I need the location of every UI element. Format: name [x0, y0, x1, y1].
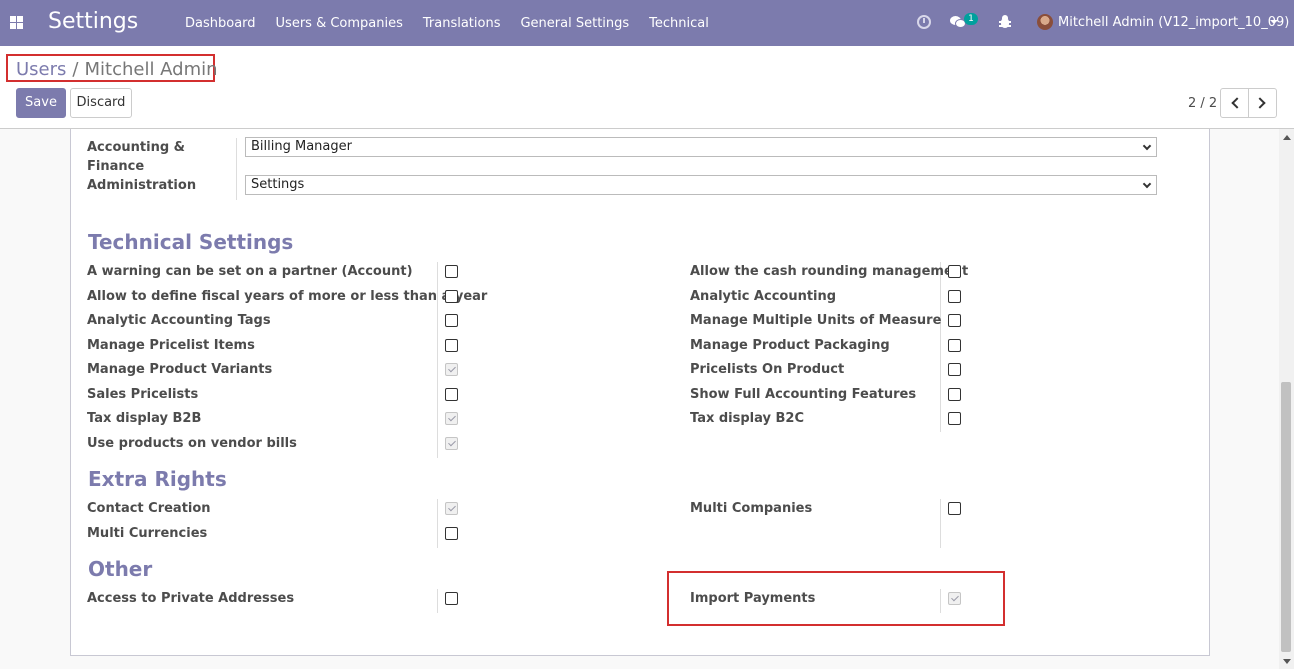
checkbox-manage-pricelist-items[interactable]	[445, 338, 458, 352]
administration-select-value: Settings	[251, 177, 305, 192]
accounting-divider	[236, 138, 237, 200]
checkbox-manage-product-packaging[interactable]	[948, 338, 961, 352]
field-label-pricelists-on-product: Pricelists On Product	[690, 362, 845, 377]
field-label-allow-to-define-fiscal-years-of-more-or-less-than-a-year: Allow to define fiscal years of more or …	[87, 288, 488, 304]
menu-general-settings[interactable]: General Settings	[510, 16, 639, 31]
debug-bug-icon[interactable]	[999, 15, 1011, 29]
checkbox-tax-display-b2c[interactable]	[948, 412, 961, 425]
other-left-divider	[437, 589, 438, 613]
field-label-contact-creation: Contact Creation	[87, 501, 211, 516]
checkbox-manage-multiple-units-of-measure[interactable]	[948, 314, 961, 327]
menu-users-companies[interactable]: Users & Companies	[266, 16, 413, 31]
breadcrumb: Users / Mitchell Admin	[6, 54, 218, 82]
top-navbar: Settings Dashboard Users & Companies Tra…	[0, 0, 1294, 46]
checkbox-multi-companies[interactable]	[948, 502, 961, 515]
field-label-manage-product-variants: Manage Product Variants	[87, 362, 273, 377]
pager-previous-button[interactable]	[1220, 88, 1249, 118]
breadcrumb-users-link[interactable]: Users	[16, 59, 66, 80]
field-label-manage-multiple-units-of-measure: Manage Multiple Units of Measure	[690, 313, 942, 328]
user-avatar[interactable]	[1037, 14, 1053, 30]
checkbox-analytic-accounting[interactable]	[948, 289, 961, 303]
checkbox-sales-pricelists[interactable]	[445, 387, 458, 401]
checkbox-pricelists-on-product[interactable]	[948, 363, 961, 376]
scroll-down-arrow-icon[interactable]	[1283, 659, 1291, 664]
accounting-select-value: Billing Manager	[251, 139, 352, 154]
breadcrumb-separator: /	[72, 59, 79, 80]
checkbox-use-products-on-vendor-bills	[445, 436, 458, 450]
checkbox-analytic-accounting-tags[interactable]	[445, 314, 458, 327]
field-label-sales-pricelists: Sales Pricelists	[87, 386, 199, 402]
scroll-up-arrow-icon[interactable]	[1283, 135, 1291, 140]
checkbox-access-to-private-addresses[interactable]	[445, 592, 458, 605]
discard-button[interactable]: Discard	[70, 88, 132, 118]
extra-right-divider	[940, 499, 941, 548]
administration-select[interactable]: Settings	[245, 175, 1157, 195]
checkbox-contact-creation	[445, 502, 458, 515]
chevron-left-icon	[1231, 97, 1243, 109]
menu-technical[interactable]: Technical	[639, 16, 719, 31]
extra-rights-title: Extra Rights	[88, 467, 227, 491]
chevron-down-icon	[1142, 141, 1152, 151]
breadcrumb-current: Mitchell Admin	[84, 59, 218, 80]
field-label-tax-display-b2c: Tax display B2C	[690, 411, 805, 426]
activity-clock-icon[interactable]	[917, 15, 931, 29]
checkbox-multi-currencies[interactable]	[445, 526, 458, 540]
scroll-thumb[interactable]	[1281, 382, 1291, 652]
technical-settings-title: Technical Settings	[88, 230, 294, 254]
field-label-multi-currencies: Multi Currencies	[87, 525, 208, 541]
field-label-manage-product-packaging: Manage Product Packaging	[690, 337, 890, 353]
field-label-multi-companies: Multi Companies	[690, 501, 813, 516]
checkbox-manage-product-variants	[445, 363, 458, 376]
field-label-allow-the-cash-rounding-management: Allow the cash rounding management	[690, 264, 969, 279]
field-label-tax-display-b2b: Tax display B2B	[87, 411, 202, 426]
extra-left-divider	[437, 499, 438, 548]
checkbox-allow-to-define-fiscal-years-of-more-or-less-than-a-year[interactable]	[445, 289, 458, 303]
checkbox-show-full-accounting-features[interactable]	[948, 387, 961, 401]
pager-value: 2 / 2	[1188, 96, 1218, 111]
menu-translations[interactable]: Translations	[413, 16, 511, 31]
menu-dashboard[interactable]: Dashboard	[175, 16, 266, 31]
field-label-access-to-private-addresses: Access to Private Addresses	[87, 591, 295, 606]
field-label-a-warning-can-be-set-on-a-partner-account: A warning can be set on a partner (Accou…	[87, 264, 413, 279]
field-label-use-products-on-vendor-bills: Use products on vendor bills	[87, 435, 297, 451]
checkbox-a-warning-can-be-set-on-a-partner-account[interactable]	[445, 265, 458, 278]
field-label-show-full-accounting-features: Show Full Accounting Features	[690, 386, 917, 402]
apps-menu-icon[interactable]	[10, 16, 23, 29]
field-label-import-payments: Import Payments	[690, 591, 816, 606]
chat-count-badge: 1	[964, 13, 978, 25]
field-label-analytic-accounting: Analytic Accounting	[690, 288, 837, 304]
accounting-label: Accounting & Finance Administration	[87, 140, 197, 193]
main-menu: Dashboard Users & Companies Translations…	[175, 0, 719, 46]
chevron-down-icon	[1142, 179, 1152, 189]
technical-right-divider	[940, 262, 941, 432]
checkbox-import-payments	[948, 592, 961, 605]
field-label-manage-pricelist-items: Manage Pricelist Items	[87, 337, 255, 353]
user-caret-icon[interactable]	[1270, 20, 1278, 24]
accounting-select[interactable]: Billing Manager	[245, 137, 1157, 157]
form-sheet	[70, 129, 1210, 656]
vertical-scrollbar[interactable]	[1279, 129, 1294, 669]
app-title: Settings	[48, 9, 139, 34]
control-panel: Users / Mitchell Admin Save Discard 2 / 2	[0, 46, 1294, 129]
save-button[interactable]: Save	[16, 88, 66, 118]
pager-next-button[interactable]	[1248, 88, 1277, 118]
field-label-analytic-accounting-tags: Analytic Accounting Tags	[87, 313, 271, 328]
user-menu[interactable]: Mitchell Admin (V12_import_10_09)	[1058, 15, 1289, 30]
chevron-right-icon	[1254, 97, 1266, 109]
checkbox-tax-display-b2b	[445, 412, 458, 425]
checkbox-allow-the-cash-rounding-management[interactable]	[948, 265, 961, 278]
other-title: Other	[88, 557, 153, 581]
